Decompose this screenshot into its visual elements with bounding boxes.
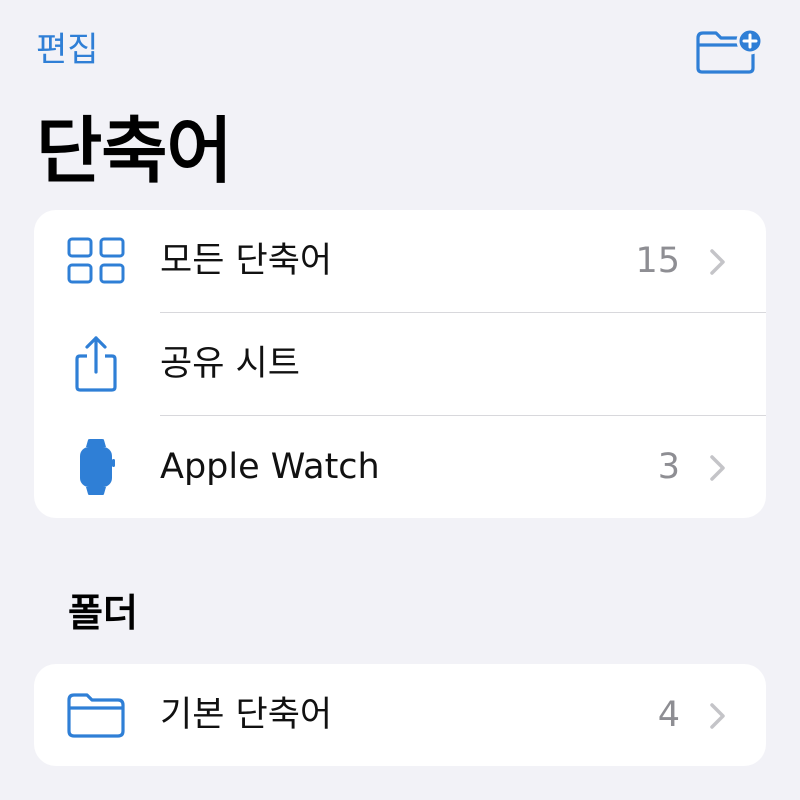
list-item-label: 기본 단축어 bbox=[160, 695, 333, 735]
share-icon bbox=[64, 336, 128, 392]
list-item-count: 3 bbox=[657, 447, 680, 487]
chevron-right-icon bbox=[710, 703, 725, 729]
list-item-all-shortcuts[interactable]: 모든 단축어 15 bbox=[34, 210, 766, 312]
folder-icon bbox=[64, 688, 128, 742]
grid-icon bbox=[64, 234, 128, 288]
folders-list: 기본 단축어 4 bbox=[34, 664, 766, 766]
section-header-folders: 폴더 bbox=[68, 591, 138, 635]
list-item-share-sheet[interactable]: 공유 시트 bbox=[34, 313, 766, 415]
list-item-label: Apple Watch bbox=[160, 447, 380, 487]
navigation-bar: 편집 bbox=[0, 0, 800, 100]
edit-button[interactable]: 편집 bbox=[36, 30, 99, 70]
list-item-apple-watch[interactable]: Apple Watch 3 bbox=[34, 416, 766, 518]
chevron-right-icon bbox=[710, 455, 725, 481]
list-item-count: 15 bbox=[635, 241, 680, 281]
list-item-starter-shortcuts[interactable]: 기본 단축어 4 bbox=[34, 664, 766, 766]
watch-icon bbox=[64, 439, 128, 495]
new-folder-button[interactable] bbox=[694, 26, 764, 78]
list-item-count: 4 bbox=[657, 695, 680, 735]
folder-plus-icon bbox=[696, 27, 764, 74]
page-title: 단축어 bbox=[36, 109, 233, 193]
list-item-label: 공유 시트 bbox=[160, 344, 300, 384]
list-item-label: 모든 단축어 bbox=[160, 241, 333, 281]
shortcuts-list: 모든 단축어 15 공유 시트 Apple Watch 3 bbox=[34, 210, 766, 518]
chevron-right-icon bbox=[710, 249, 725, 275]
